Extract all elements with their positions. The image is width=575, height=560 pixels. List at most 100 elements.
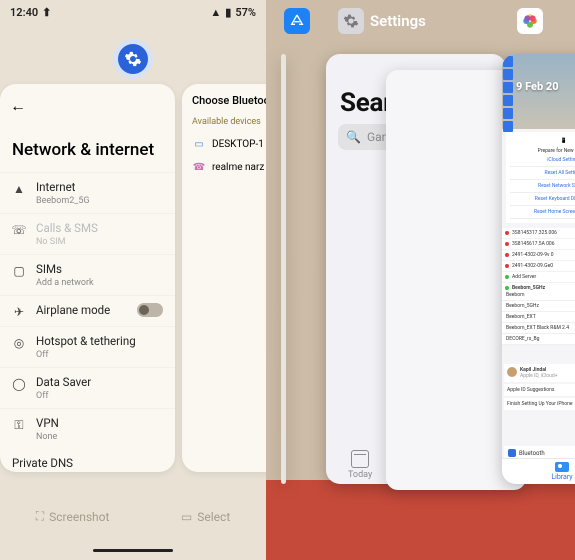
row-sub: Off	[36, 350, 163, 360]
settings-app-icon[interactable]	[338, 8, 364, 34]
bt-device-name: realme narz	[212, 162, 264, 173]
row-sub: Add a network	[36, 278, 163, 288]
calendar-icon	[351, 450, 369, 468]
select-button[interactable]: ▭ Select	[181, 509, 230, 524]
list-item[interactable]: 3S8145617.5A 006	[502, 239, 575, 250]
settings-app-icon[interactable]	[118, 44, 148, 74]
card-title: Network & internet	[0, 116, 175, 172]
row-label: Hotspot & tethering	[36, 334, 163, 348]
search-icon: 🔍	[346, 130, 361, 144]
row-sub: Beebom2_5G	[36, 196, 163, 206]
finish-setup[interactable]: Finish Setting Up Your iPhone	[504, 398, 575, 410]
airplane-toggle[interactable]	[137, 303, 163, 317]
battery-icon: ▮	[225, 6, 231, 19]
home-indicator[interactable]	[93, 549, 173, 552]
row-airplane[interactable]: ✈ Airplane mode	[0, 295, 175, 326]
appstore-app-icon[interactable]	[284, 8, 310, 34]
network-internet-card[interactable]: ← Network & internet ▲ Internet Beebom2_…	[0, 84, 175, 472]
row-label: Internet	[36, 180, 163, 194]
list-item[interactable]: 3S8145317.325.006	[502, 228, 575, 239]
library-label: Library	[551, 473, 572, 481]
row-sub: None	[36, 432, 163, 442]
back-arrow-icon[interactable]: ←	[0, 96, 175, 116]
gear-icon	[124, 50, 142, 68]
list-item[interactable]: Add Server	[502, 272, 575, 283]
row-sub: Off	[36, 391, 163, 401]
row-sims[interactable]: ▢ SIMs Add a network	[0, 254, 175, 295]
library-icon	[555, 462, 569, 472]
profile-sub: Apple ID, iCloud+	[520, 373, 558, 379]
bt-device[interactable]: ▭ DESKTOP-1	[192, 133, 266, 156]
upload-icon: ⬆	[42, 6, 51, 19]
recents-actions: ⛶ Screenshot ▭ Select	[0, 509, 266, 524]
vpn-icon: ⚿	[12, 418, 26, 433]
library-tab[interactable]: Library	[502, 458, 575, 484]
row-calls-sms[interactable]: ☏ Calls & SMS No SIM	[0, 213, 175, 254]
wifi-item[interactable]: DECORE_rs_Bg	[502, 334, 575, 345]
avatar	[507, 367, 517, 377]
row-hotspot[interactable]: ◎ Hotspot & tethering Off	[0, 326, 175, 367]
reset-link[interactable]: Reset Network Settings	[510, 180, 575, 193]
appstore-icon	[289, 13, 305, 29]
prepare-card[interactable]: 📱 Prepare for New iPhone iCloud Settings…	[506, 132, 575, 223]
sim-icon: ▢	[12, 264, 26, 278]
ios-screen: Settings Search 🔍 Gam Today 9 Feb 20 📱	[266, 0, 575, 560]
photos-flower-icon	[521, 12, 539, 30]
status-bar: 12:40 ⬆ ▲ ▮ 57%	[0, 0, 266, 24]
today-label: Today	[348, 470, 372, 480]
airplane-icon: ✈	[12, 305, 26, 319]
wifi-item[interactable]: Beebom_5GHz	[502, 301, 575, 312]
select-icon: ▭	[181, 510, 192, 524]
task-photos[interactable]: 9 Feb 20 📱 Prepare for New iPhone iCloud…	[502, 54, 575, 484]
screenshot-button[interactable]: ⛶ Screenshot	[36, 509, 110, 524]
reset-link[interactable]: iCloud Settings	[510, 154, 575, 167]
status-time: 12:40	[10, 6, 38, 19]
bt-device[interactable]: ☎ realme narz	[192, 156, 266, 179]
phone-icon: ☏	[12, 223, 26, 237]
wifi-item[interactable]: Beebom_EXT	[502, 312, 575, 323]
wifi-item[interactable]: Beebom_EXT Black R&M 2.4	[502, 323, 575, 334]
wifi-icon: ▲	[210, 6, 221, 19]
row-label: Private DNS	[12, 456, 163, 470]
gear-icon	[343, 13, 359, 29]
apple-id-suggestions[interactable]: Apple ID Suggestions	[504, 384, 575, 396]
reset-link[interactable]: Reset Home Screen Layout	[510, 206, 575, 219]
task-appstore[interactable]	[281, 54, 286, 484]
data-saver-icon: ◯	[12, 377, 26, 391]
bt-header: Choose Bluetooth	[192, 94, 266, 107]
phone-icon: ☎	[192, 162, 206, 173]
photo-date: 9 Feb 20	[516, 80, 559, 93]
sidebar-mini	[502, 54, 514, 134]
today-tab[interactable]: Today	[348, 450, 372, 480]
row-private-dns[interactable]: Private DNS Automatic	[0, 449, 175, 472]
row-label: Calls & SMS	[36, 221, 163, 235]
row-label: SIMs	[36, 262, 163, 276]
battery-pct: 57%	[235, 6, 256, 19]
row-internet[interactable]: ▲ Internet Beebom2_5G	[0, 172, 175, 213]
row-sub: No SIM	[36, 237, 163, 247]
select-label: Select	[197, 510, 230, 524]
screenshot-label: Screenshot	[49, 510, 109, 524]
profile-row[interactable]: Kapil Jindal Apple ID, iCloud+	[504, 364, 575, 382]
row-data-saver[interactable]: ◯ Data Saver Off	[0, 367, 175, 408]
list-item[interactable]: 2491-4302-09.Ge0	[502, 261, 575, 272]
row-label: Data Saver	[36, 375, 163, 389]
bt-device-name: DESKTOP-1	[212, 139, 264, 150]
hotspot-icon: ◎	[12, 336, 26, 350]
screenshot-icon: ⛶	[36, 509, 44, 524]
wifi-item[interactable]: Beebom	[502, 290, 575, 301]
row-label: Airplane mode	[36, 303, 127, 317]
settings-label: Settings	[370, 12, 426, 30]
photos-app-icon[interactable]	[517, 8, 543, 34]
row-vpn[interactable]: ⚿ VPN None	[0, 408, 175, 449]
wifi-address-list: 3S8145317.325.006 3S8145617.5A 006 2491-…	[502, 228, 575, 294]
bluetooth-card[interactable]: Choose Bluetooth Available devices ▭ DES…	[182, 84, 266, 472]
reset-link[interactable]: Reset Keyboard Dictionary	[510, 193, 575, 206]
list-item[interactable]: 2491-4302-09-9v 0	[502, 250, 575, 261]
laptop-icon: ▭	[192, 139, 206, 150]
row-label: VPN	[36, 416, 163, 430]
reset-link[interactable]: Reset All Settings	[510, 167, 575, 180]
bt-available-label: Available devices	[192, 117, 266, 127]
android-screen: 12:40 ⬆ ▲ ▮ 57% ← Network & internet ▲ I…	[0, 0, 266, 560]
wifi-icon: ▲	[12, 182, 26, 196]
